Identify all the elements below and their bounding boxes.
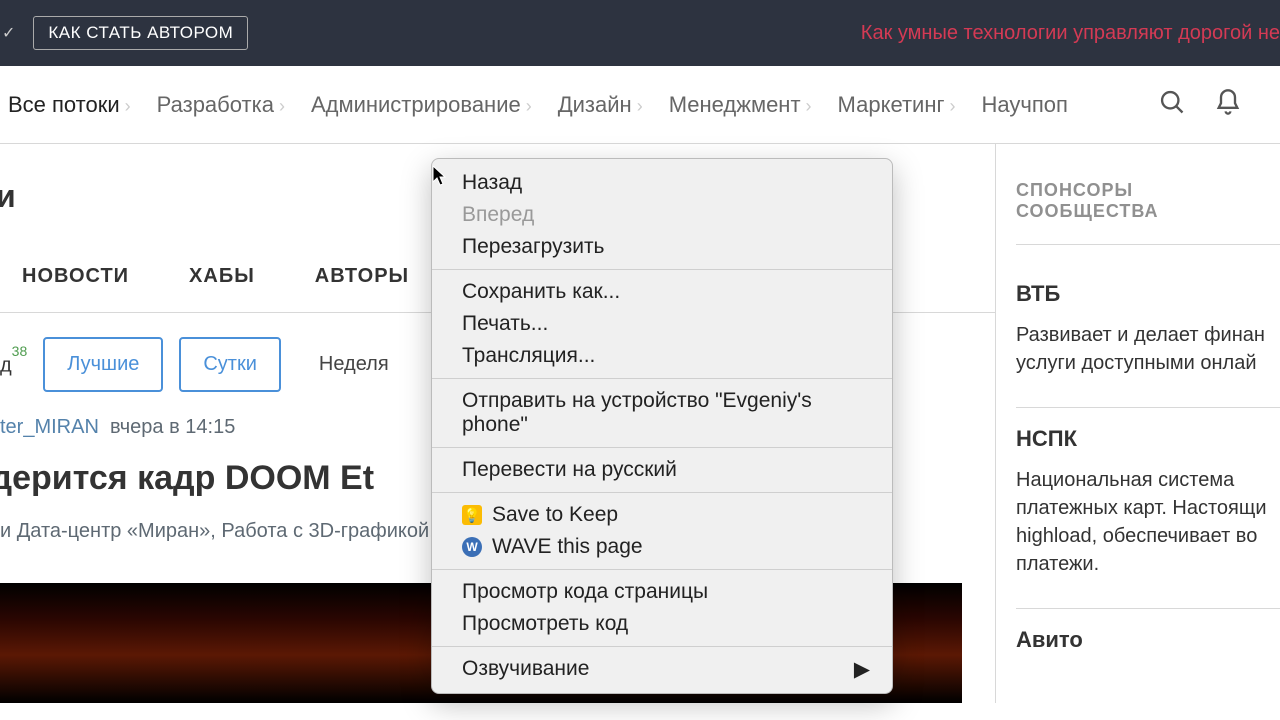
ctx-send-to-device[interactable]: Отправить на устройство "Evgeniy's phone…	[432, 385, 892, 441]
filter-period-fragment[interactable]: д38	[0, 351, 27, 378]
ctx-print[interactable]: Печать...	[432, 308, 892, 340]
filter-day[interactable]: Сутки	[179, 337, 281, 392]
tab-hubs[interactable]: ХАБЫ	[189, 265, 255, 288]
tab-authors[interactable]: АВТОРЫ	[315, 265, 409, 288]
ctx-speech-label: Озвучивание	[462, 657, 589, 681]
post-author-link[interactable]: ter_MIRAN	[0, 416, 99, 438]
keep-icon: 💡	[462, 505, 482, 525]
top-bar: ✓ КАК СТАТЬ АВТОРОМ Как умные технологии…	[0, 0, 1280, 66]
sidebar: СПОНСОРЫ СООБЩЕСТВА ВТБ Развивает и дела…	[995, 144, 1280, 703]
search-icon[interactable]	[1158, 88, 1186, 122]
nav-marketing[interactable]: Маркетинг	[838, 92, 956, 118]
sponsor-name: ВТБ	[1016, 281, 1280, 307]
nav-scipop[interactable]: Научпоп	[982, 92, 1068, 118]
sponsor-item[interactable]: ВТБ Развивает и делает финан услуги дост…	[1016, 263, 1280, 408]
nav-all-streams[interactable]: Все потоки	[8, 92, 131, 118]
checkmark-icon: ✓	[2, 23, 15, 43]
nav-design[interactable]: Дизайн	[558, 92, 643, 118]
ctx-wave-label: WAVE this page	[492, 535, 643, 559]
nav-development[interactable]: Разработка	[157, 92, 285, 118]
context-menu: Назад Вперед Перезагрузить Сохранить как…	[431, 158, 893, 694]
ctx-save-to-keep[interactable]: 💡 Save to Keep	[432, 499, 892, 531]
wave-icon: W	[462, 537, 482, 557]
sponsor-item[interactable]: Авито	[1016, 609, 1280, 697]
nav-management[interactable]: Менеджмент	[669, 92, 812, 118]
sponsor-desc: Развивает и делает финан услуги доступны…	[1016, 321, 1280, 377]
ctx-back[interactable]: Назад	[432, 167, 892, 199]
sponsor-item[interactable]: НСПК Национальная система платежных карт…	[1016, 408, 1280, 609]
submenu-arrow-icon: ▶	[854, 657, 870, 682]
sidebar-heading: СПОНСОРЫ СООБЩЕСТВА	[1016, 180, 1280, 245]
ctx-reload[interactable]: Перезагрузить	[432, 231, 892, 263]
ctx-keep-label: Save to Keep	[492, 503, 618, 527]
ctx-view-source[interactable]: Просмотр кода страницы	[432, 576, 892, 608]
ctx-cast[interactable]: Трансляция...	[432, 340, 892, 372]
filter-best[interactable]: Лучшие	[43, 337, 163, 392]
ctx-forward: Вперед	[432, 199, 892, 231]
filter-week[interactable]: Неделя	[297, 339, 411, 390]
ctx-speech[interactable]: Озвучивание ▶	[432, 653, 892, 685]
bell-icon[interactable]	[1214, 88, 1242, 122]
promo-headline[interactable]: Как умные технологии управляют дорогой н…	[861, 22, 1280, 45]
become-author-button[interactable]: КАК СТАТЬ АВТОРОМ	[33, 16, 248, 50]
ctx-translate[interactable]: Перевести на русский	[432, 454, 892, 486]
post-time: вчера в 14:15	[110, 416, 235, 438]
ctx-wave[interactable]: W WAVE this page	[432, 531, 892, 563]
sponsor-name: Авито	[1016, 627, 1280, 653]
nav-administration[interactable]: Администрирование	[311, 92, 532, 118]
ctx-inspect[interactable]: Просмотреть код	[432, 608, 892, 640]
ctx-save-as[interactable]: Сохранить как...	[432, 276, 892, 308]
sponsor-name: НСПК	[1016, 426, 1280, 452]
tab-news[interactable]: НОВОСТИ	[22, 265, 129, 288]
main-nav: Все потоки Разработка Администрирование …	[0, 66, 1280, 144]
sponsor-desc: Национальная система платежных карт. Нас…	[1016, 466, 1280, 578]
